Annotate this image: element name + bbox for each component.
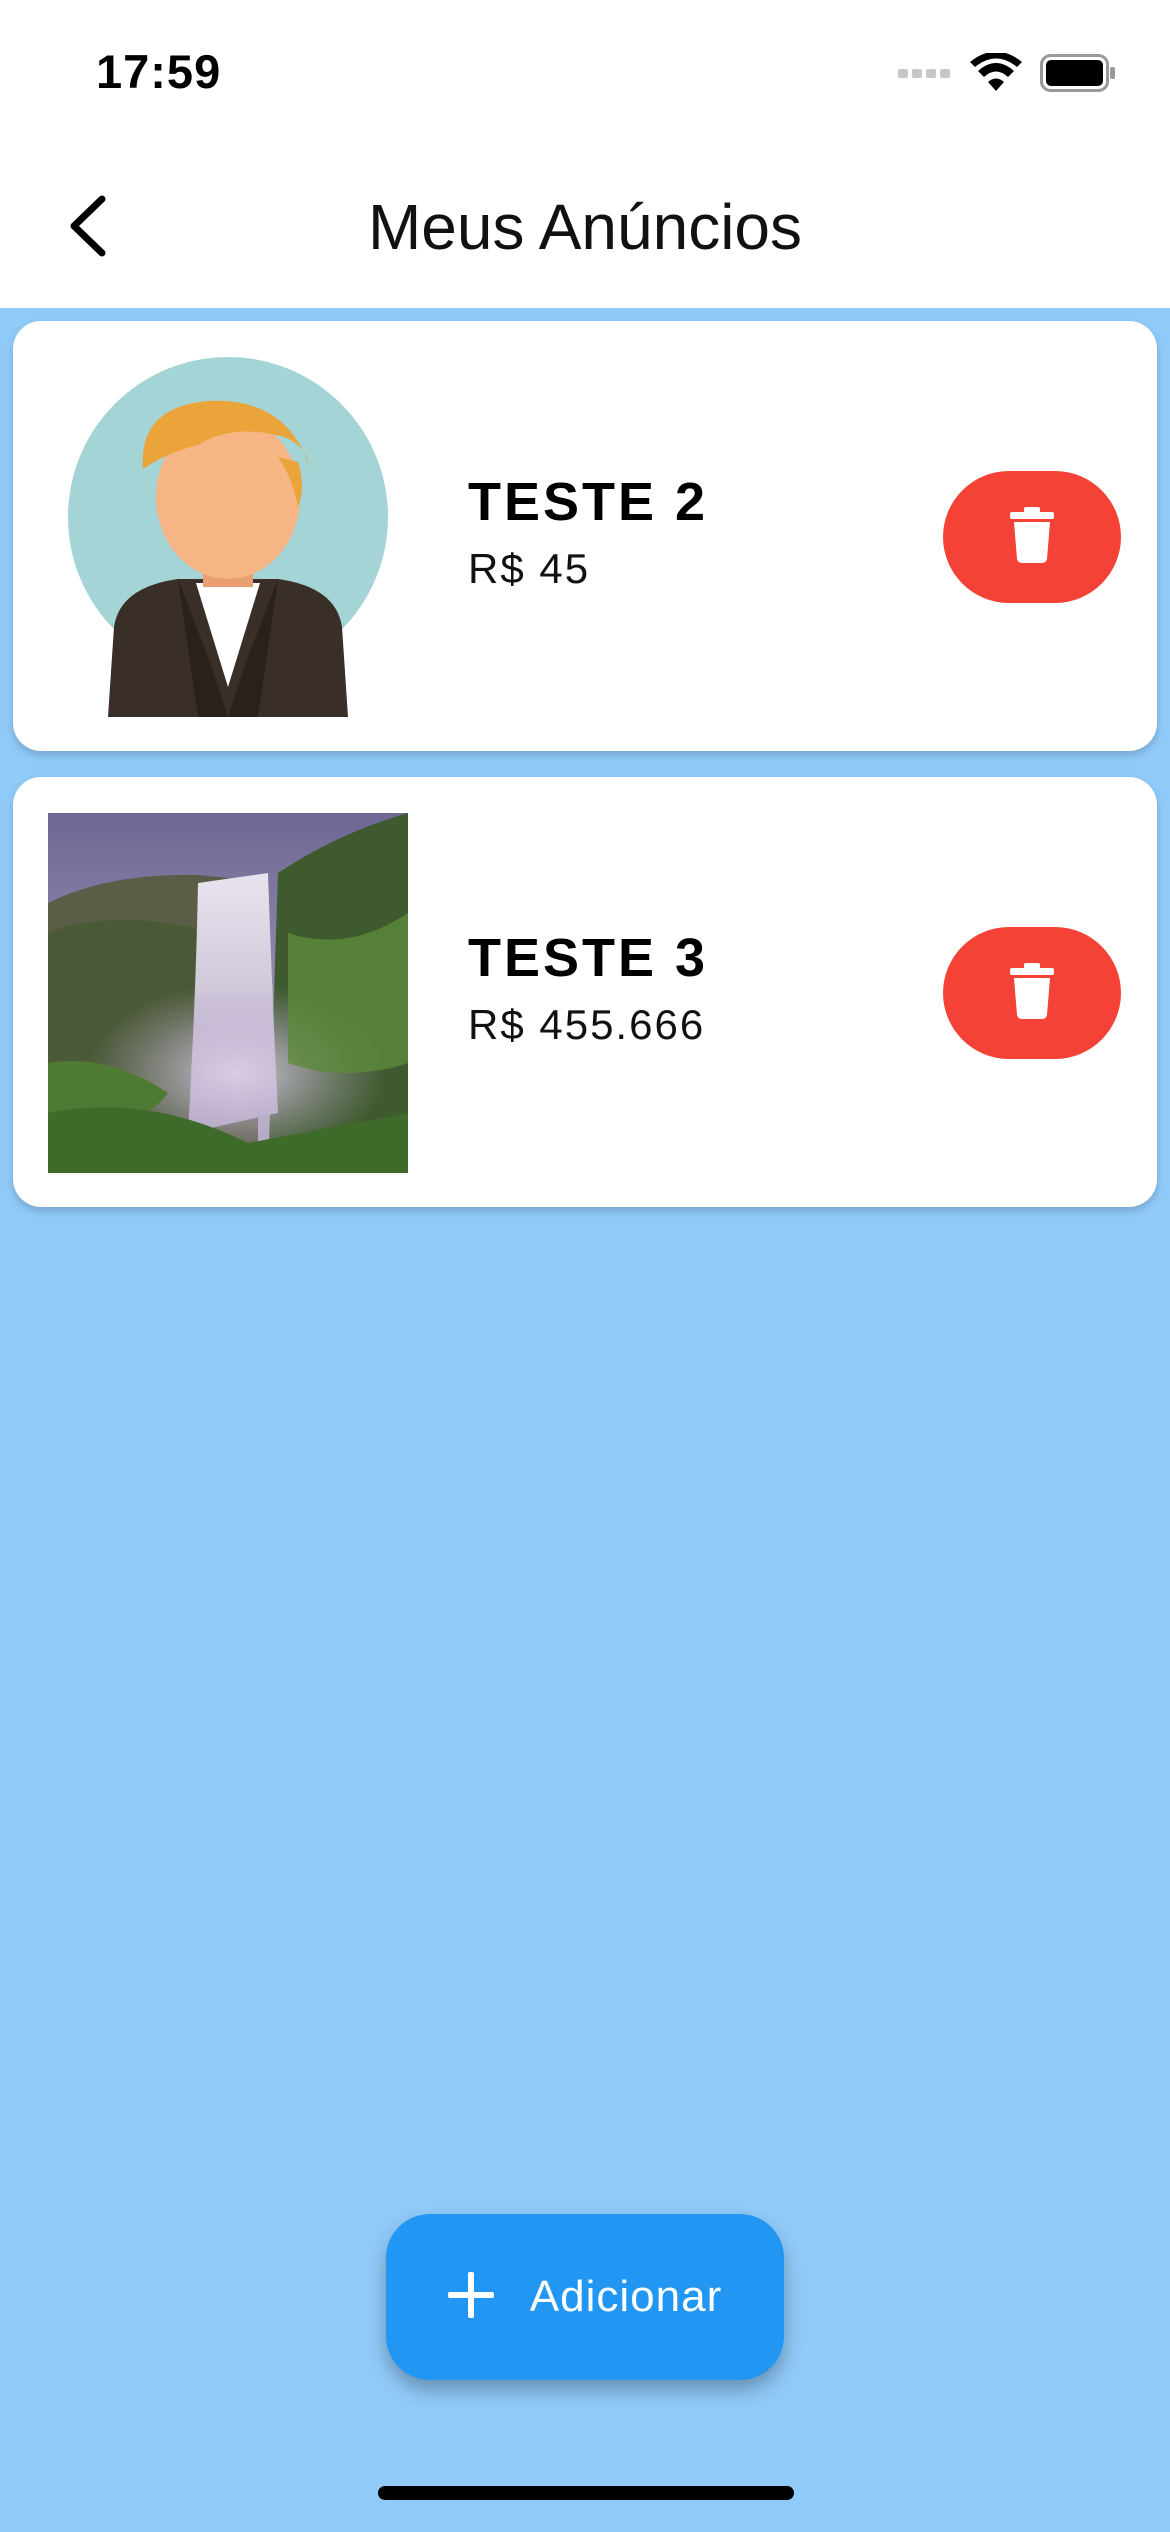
wifi-icon <box>970 51 1022 98</box>
add-button-label: Adicionar <box>529 2272 723 2321</box>
signal-icon <box>898 66 952 85</box>
waterfall-photo <box>48 813 408 1173</box>
listing-price: R$ 45 <box>468 545 591 592</box>
navigation-bar: Meus Anúncios <box>0 150 1170 308</box>
listing-info: TESTE 2 R$ 45 <box>468 471 708 593</box>
listing-info: TESTE 3 R$ 455.666 <box>468 927 708 1049</box>
delete-button[interactable] <box>943 927 1121 1059</box>
listing-title: TESTE 3 <box>468 928 709 988</box>
trash-icon <box>1010 506 1054 568</box>
listing-card[interactable]: TESTE 2 R$ 45 <box>13 321 1157 751</box>
status-icons <box>898 51 1116 98</box>
page-title: Meus Anúncios <box>367 191 803 263</box>
delete-button[interactable] <box>943 471 1121 603</box>
status-bar: 17:59 <box>0 0 1170 150</box>
status-time: 17:59 <box>96 45 222 98</box>
home-indicator <box>378 2486 794 2500</box>
avatar-placeholder-image <box>48 357 408 717</box>
plus-icon <box>447 2271 494 2323</box>
add-listing-button[interactable]: Adicionar <box>386 2214 784 2380</box>
trash-icon <box>1010 962 1054 1024</box>
battery-icon <box>1040 53 1116 97</box>
listing-card[interactable]: TESTE 3 R$ 455.666 <box>13 777 1157 1207</box>
listing-price: R$ 455.666 <box>468 1001 706 1048</box>
listing-title: TESTE 2 <box>468 472 709 532</box>
